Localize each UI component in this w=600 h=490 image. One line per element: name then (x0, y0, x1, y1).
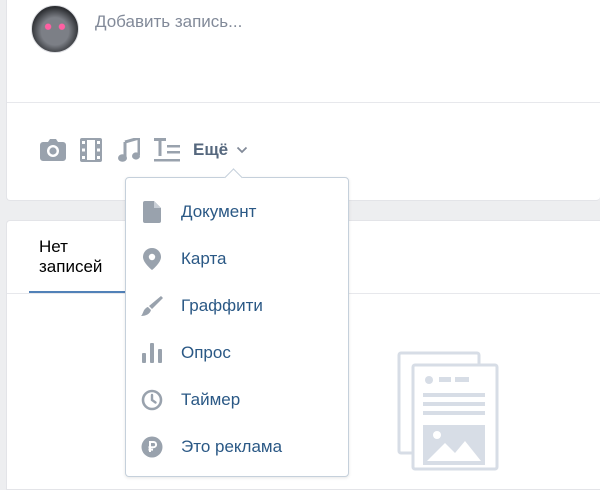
menu-item-graffiti[interactable]: Граффити (126, 282, 348, 329)
attach-video-button[interactable] (77, 136, 105, 164)
menu-item-label: Карта (181, 248, 227, 268)
menu-item-label: Таймер (181, 389, 241, 409)
avatar[interactable] (31, 5, 79, 53)
post-composer: Добавить запись... Ещё (6, 0, 600, 201)
article-icon (154, 138, 180, 162)
music-note-icon (118, 138, 140, 162)
post-input[interactable]: Добавить запись... (95, 12, 242, 32)
menu-item-map[interactable]: Карта (126, 235, 348, 282)
film-icon (80, 138, 102, 162)
document-icon (140, 200, 164, 224)
tab-label: Нет записей (39, 237, 103, 276)
empty-posts-illustration (397, 351, 499, 471)
menu-item-label: Опрос (181, 342, 231, 362)
tab-posts[interactable]: Нет записей (29, 221, 129, 293)
more-attachments-menu: Документ Карта Граффити Опрос Таймер Это… (125, 168, 349, 477)
more-label: Ещё (193, 140, 229, 159)
menu-item-label: Граффити (181, 295, 263, 315)
clock-icon (140, 388, 164, 412)
more-attachments-button[interactable]: Ещё (193, 140, 248, 160)
poll-icon (140, 341, 164, 365)
attach-photo-button[interactable] (39, 136, 67, 164)
menu-item-label: Это реклама (181, 436, 283, 456)
ruble-icon (140, 435, 164, 459)
divider (7, 102, 600, 103)
camera-icon (40, 139, 66, 161)
brush-icon (140, 294, 164, 318)
menu-item-timer[interactable]: Таймер (126, 376, 348, 423)
chevron-down-icon (237, 146, 248, 154)
map-pin-icon (140, 247, 164, 271)
menu-item-poll[interactable]: Опрос (126, 329, 348, 376)
menu-item-label: Документ (181, 201, 257, 221)
attach-toolbar: Ещё (39, 134, 248, 166)
attach-article-button[interactable] (153, 136, 181, 164)
attach-audio-button[interactable] (115, 136, 143, 164)
menu-item-advertisement[interactable]: Это реклама (126, 423, 348, 470)
menu-item-document[interactable]: Документ (126, 188, 348, 235)
